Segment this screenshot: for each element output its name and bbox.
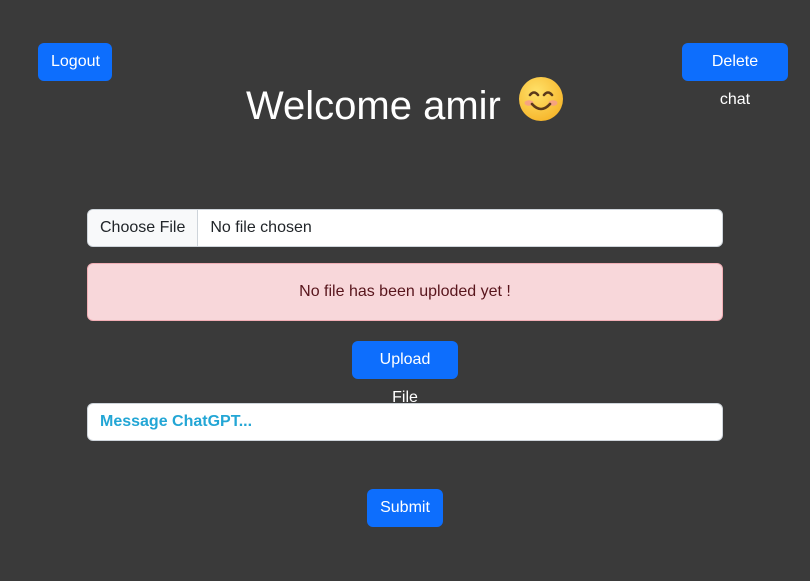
message-input[interactable] [87, 403, 723, 441]
smiling-face-icon [518, 76, 564, 135]
upload-file-button[interactable]: Upload File [352, 341, 458, 406]
no-file-alert: No file has been uploded yet ! [87, 263, 723, 321]
welcome-heading: Welcome amir [0, 76, 810, 138]
file-input[interactable]: Choose File No file chosen [87, 209, 723, 247]
file-status-text: No file chosen [210, 219, 312, 236]
choose-file-button[interactable]: Choose File [88, 210, 199, 246]
delete-chat-button[interactable]: Delete chat [682, 43, 788, 108]
logout-button[interactable]: Logout [38, 43, 112, 81]
submit-button[interactable]: Submit [367, 489, 443, 527]
welcome-text: Welcome amir [246, 84, 501, 129]
